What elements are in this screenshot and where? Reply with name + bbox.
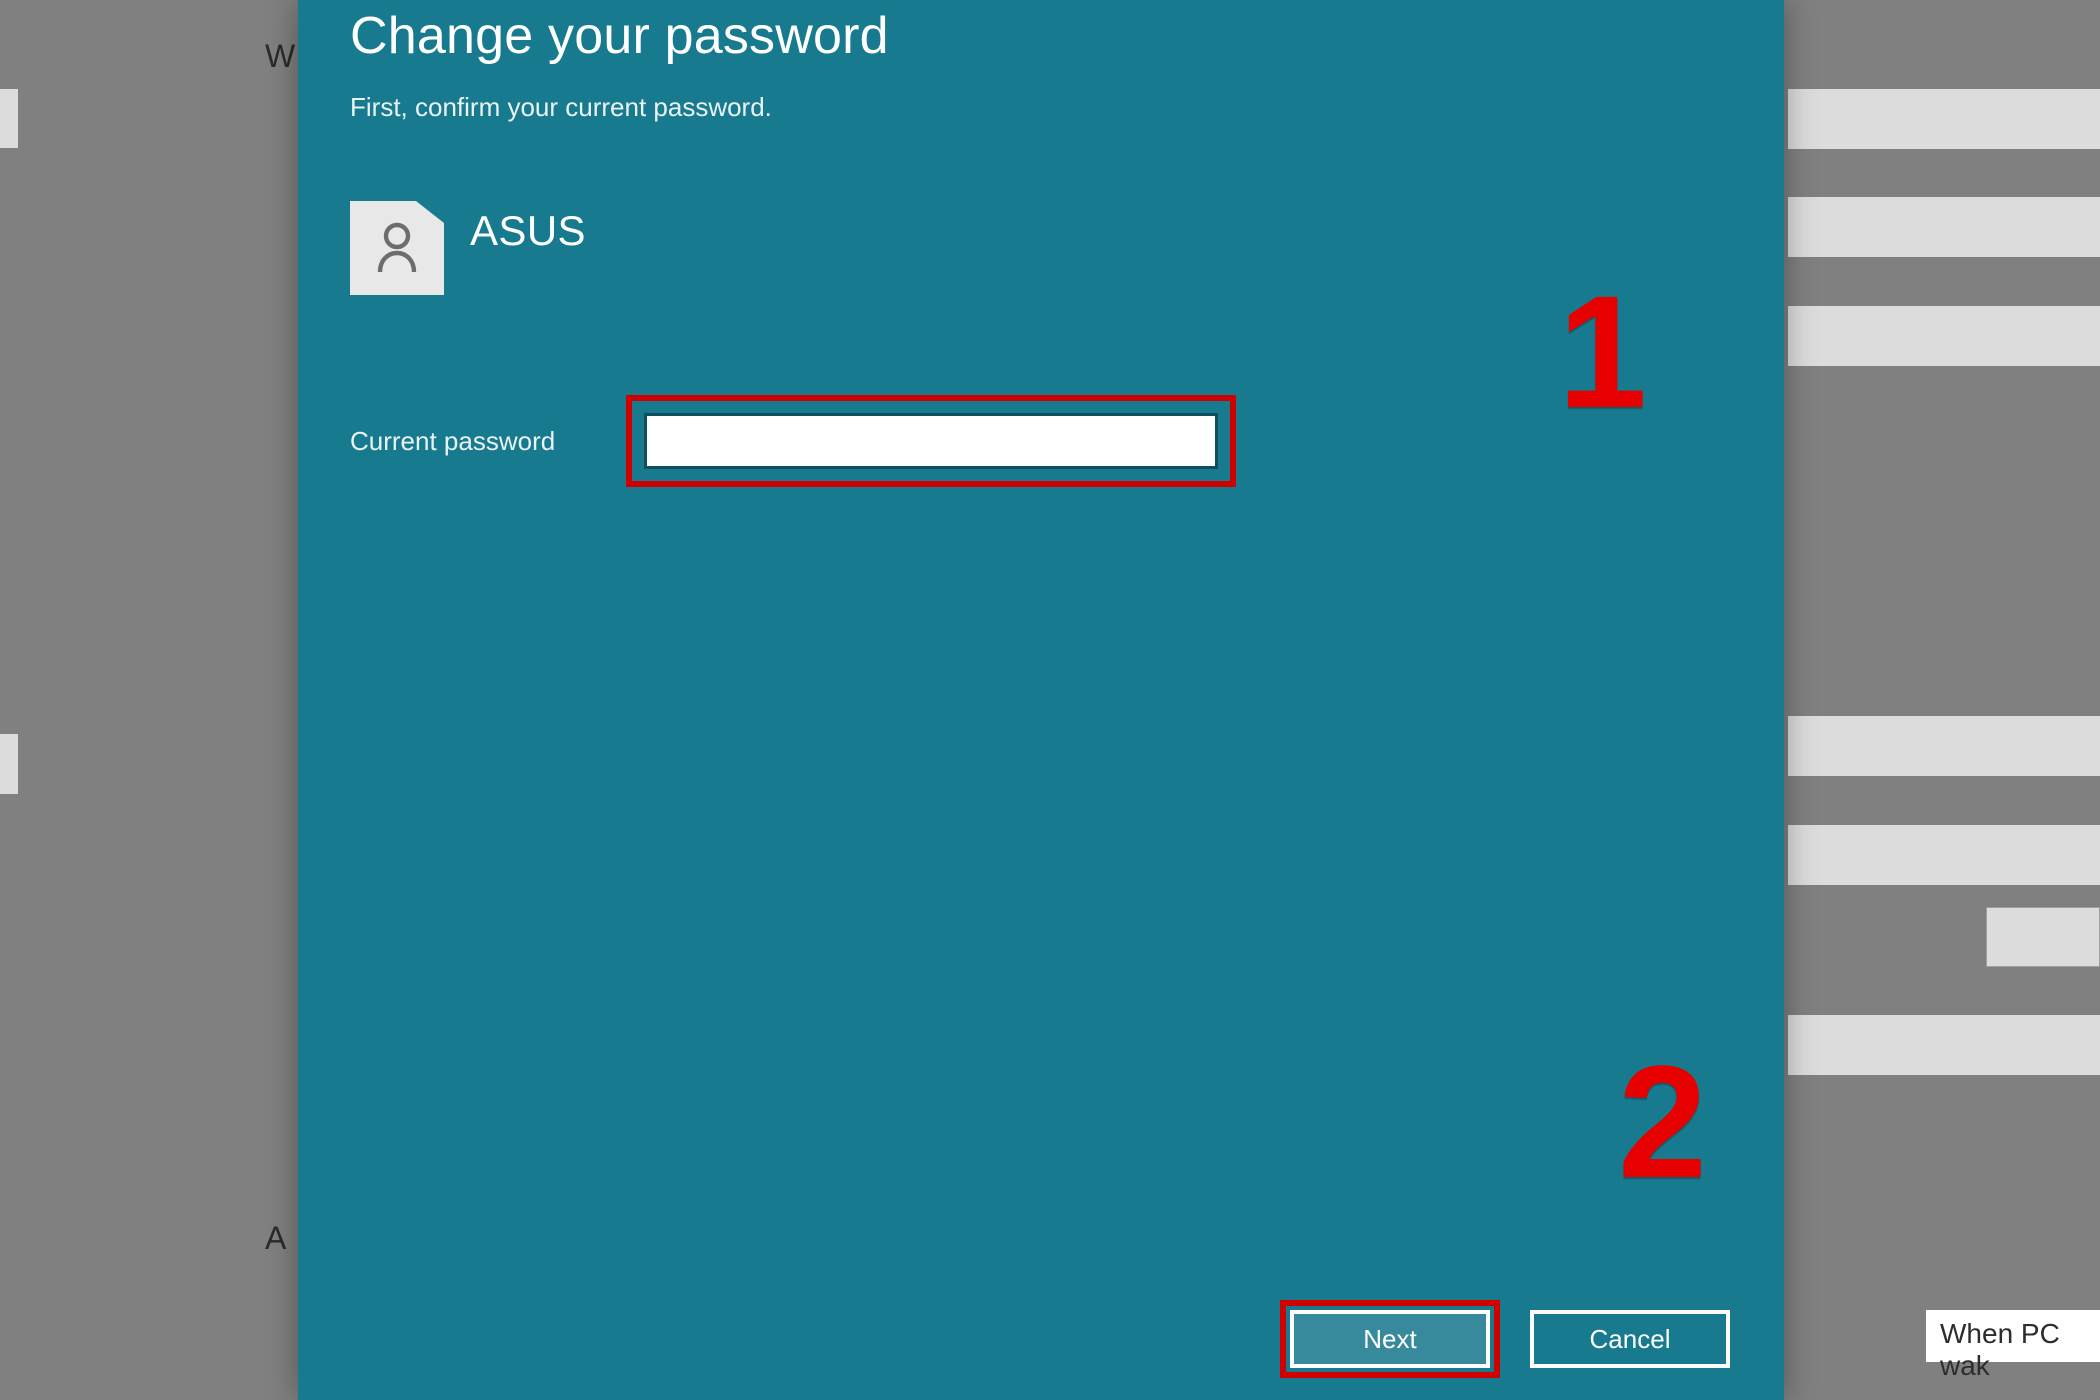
bg-panel-item (0, 734, 18, 794)
user-row: ASUS (350, 201, 1734, 295)
current-password-row: Current password (350, 413, 1734, 469)
bg-panel-item (1788, 306, 2100, 366)
bg-panel-item (1788, 89, 2100, 149)
annotation-number-2: 2 (1618, 1030, 1707, 1214)
next-button[interactable]: Next (1290, 1310, 1490, 1368)
avatar (350, 201, 444, 295)
dialog-subtitle: First, confirm your current password. (350, 92, 1734, 123)
bg-panel-item (1986, 907, 2100, 967)
current-password-input[interactable] (644, 413, 1218, 469)
change-password-dialog: Change your password First, confirm your… (298, 0, 1784, 1400)
bg-wake-label: When PC wak (1926, 1310, 2100, 1362)
bg-panel-item (1788, 716, 2100, 776)
cancel-button[interactable]: Cancel (1530, 1310, 1730, 1368)
annotation-number-1: 1 (1558, 260, 1647, 444)
dialog-title: Change your password (350, 0, 1734, 66)
dialog-buttons: Next Cancel (1280, 1300, 1730, 1378)
bg-panel-item (1788, 1015, 2100, 1075)
bg-panel-item (1788, 197, 2100, 257)
person-icon (372, 218, 422, 279)
bg-panel-item (0, 89, 18, 148)
current-password-label: Current password (350, 426, 644, 457)
user-name: ASUS (470, 201, 586, 255)
bg-panel-item (1788, 825, 2100, 885)
